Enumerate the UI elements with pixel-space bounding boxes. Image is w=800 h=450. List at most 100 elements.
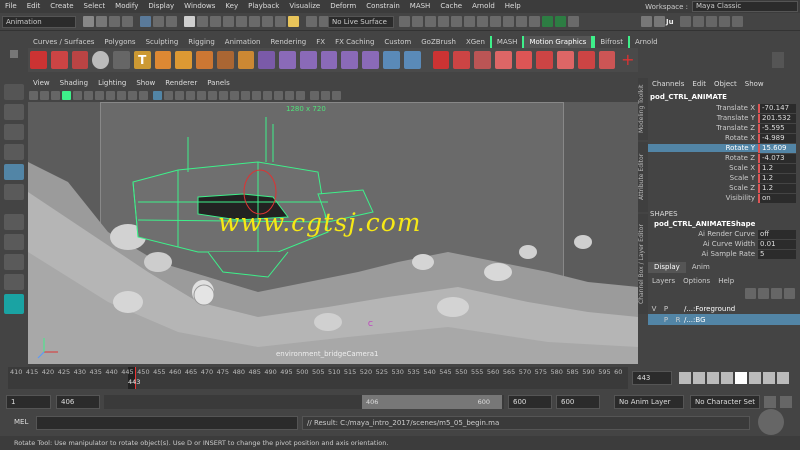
select-object-icon[interactable]: [153, 16, 164, 27]
mask-misc-icon[interactable]: [275, 16, 286, 27]
cb-menu-object[interactable]: Object: [710, 78, 741, 90]
layer-tab-display[interactable]: Display: [648, 262, 686, 273]
shelf-tab-sculpting[interactable]: Sculpting: [141, 36, 184, 48]
resolution-gate-icon[interactable]: [95, 90, 104, 100]
attr-scale-x[interactable]: Scale X 1.2: [648, 163, 800, 173]
grid-icon[interactable]: [73, 90, 82, 100]
new-layer-selected-icon[interactable]: [784, 287, 795, 299]
cube-orange-icon[interactable]: [216, 51, 234, 69]
undo-icon[interactable]: [109, 16, 120, 27]
modeling-toolkit-icon[interactable]: [679, 16, 691, 27]
mash-outliner-icon[interactable]: [555, 16, 566, 27]
textured-icon[interactable]: [186, 90, 195, 100]
play-forward-icon[interactable]: [735, 372, 747, 384]
menu-modify[interactable]: Modify: [110, 0, 143, 13]
light-editor-icon[interactable]: [516, 16, 527, 27]
construction-history-icon[interactable]: [399, 16, 410, 27]
panel-menu-show[interactable]: Show: [131, 78, 160, 89]
range-bar[interactable]: 406 600: [362, 395, 502, 409]
mask-joint-icon[interactable]: [197, 16, 208, 27]
field-chart-icon[interactable]: [117, 90, 126, 100]
mash-visibility-icon[interactable]: [557, 51, 574, 69]
shelf-tab-motion-graphics[interactable]: Motion Graphics: [522, 36, 594, 48]
mash-replicator-icon[interactable]: [598, 51, 616, 69]
mash-transform-icon[interactable]: [536, 51, 554, 69]
shelf-tab-mash[interactable]: MASH: [489, 36, 523, 48]
menu-edit[interactable]: Edit: [22, 0, 46, 13]
menu-deform[interactable]: Deform: [325, 0, 361, 13]
flare-icon[interactable]: [362, 51, 380, 69]
key-icon[interactable]: [764, 396, 776, 408]
mel-label[interactable]: MEL: [14, 418, 28, 426]
step-forward-key-icon[interactable]: [763, 372, 775, 384]
move-tool-icon[interactable]: [4, 144, 24, 160]
shelf-tab-gozbrush[interactable]: GoZBrush: [416, 36, 461, 48]
shelf-menu-icon[interactable]: [10, 50, 18, 58]
time-ticks[interactable]: 443 410 415 420 425 430 435 440 445 450 455 460 465…: [8, 367, 628, 389]
shelf-tab-rendering[interactable]: Rendering: [265, 36, 311, 48]
attr-rotate-z[interactable]: Rotate Z -4.073: [648, 153, 800, 163]
color-management-icon[interactable]: [332, 90, 341, 100]
shelf-tab-animation[interactable]: Animation: [220, 36, 266, 48]
camera-attrs-icon[interactable]: [40, 90, 49, 100]
image-plane-icon[interactable]: [62, 90, 71, 100]
step-back-icon[interactable]: [707, 372, 719, 384]
shelf-tab-bifrost[interactable]: Bifrost: [593, 36, 628, 48]
play-back-icon[interactable]: [721, 372, 733, 384]
xray-joints-icon[interactable]: [285, 90, 294, 100]
mask-render-icon[interactable]: [262, 16, 273, 27]
sculpt-icon[interactable]: [568, 16, 579, 27]
sphere-icon[interactable]: [92, 51, 110, 69]
anim-end-field[interactable]: 600: [556, 395, 600, 409]
layer-menu-layers[interactable]: Layers: [648, 277, 679, 285]
step-forward-icon[interactable]: [749, 372, 761, 384]
mask-dynamics-icon[interactable]: [249, 16, 260, 27]
select-tool-icon[interactable]: [4, 84, 24, 100]
shadows-icon[interactable]: [208, 90, 217, 100]
shelf-tab-curves[interactable]: Curves / Surfaces: [28, 36, 99, 48]
menu-display[interactable]: Display: [143, 0, 179, 13]
attr-translate-y[interactable]: Translate Y 201.532: [648, 113, 800, 123]
attr-translate-x[interactable]: Translate X -70.147: [648, 103, 800, 113]
type-tool-icon[interactable]: [50, 51, 68, 69]
lock-selection-icon[interactable]: [288, 16, 299, 27]
shelf-tab-rigging[interactable]: Rigging: [183, 36, 220, 48]
snap-grid-icon[interactable]: [306, 16, 317, 27]
box-icon[interactable]: [175, 51, 193, 69]
mash-offset-icon[interactable]: [474, 51, 491, 69]
current-frame-field[interactable]: 443: [632, 371, 672, 385]
scale-tool-icon[interactable]: [4, 184, 24, 200]
output-ops-icon[interactable]: [425, 16, 436, 27]
mash-signal-icon[interactable]: [515, 51, 533, 69]
lights-icon[interactable]: [197, 90, 206, 100]
menu-constrain[interactable]: Constrain: [361, 0, 405, 13]
xray-icon[interactable]: [274, 90, 283, 100]
bookmark-icon[interactable]: [51, 90, 60, 100]
render-view-icon[interactable]: [438, 16, 449, 27]
attr-rotate-x[interactable]: Rotate X -4.989: [648, 133, 800, 143]
attr-ai-render-curve[interactable]: Ai Render Curve off: [648, 229, 800, 239]
viewport-persp[interactable]: 1280 x 720 C environment_bridgeCamera1 w…: [28, 102, 638, 364]
default-material-icon[interactable]: [175, 90, 184, 100]
hypershade-icon[interactable]: [490, 16, 501, 27]
antialias-icon[interactable]: [241, 90, 250, 100]
render-setup-icon[interactable]: [503, 16, 514, 27]
mask-surface-icon[interactable]: [223, 16, 234, 27]
menu-select[interactable]: Select: [79, 0, 111, 13]
render-settings-icon[interactable]: [477, 16, 488, 27]
mask-curve-icon[interactable]: [210, 16, 221, 27]
preferences-icon[interactable]: [780, 396, 792, 408]
mash-distribute-icon[interactable]: [432, 51, 450, 69]
wireframe-icon[interactable]: [153, 90, 162, 100]
go-end-icon[interactable]: [777, 372, 789, 384]
cube-blue-icon[interactable]: [383, 51, 400, 69]
object-name[interactable]: pod_CTRL_ANIMATE: [648, 92, 800, 103]
motion-blur-icon[interactable]: [230, 90, 239, 100]
deform-icon[interactable]: [320, 51, 338, 69]
curve-icon[interactable]: [258, 51, 276, 69]
layout-icon[interactable]: [4, 274, 24, 290]
cb-menu-edit[interactable]: Edit: [688, 78, 710, 90]
channel-box-icon[interactable]: [731, 16, 743, 27]
svg-icon[interactable]: [154, 51, 172, 69]
mel-input[interactable]: [36, 416, 298, 430]
